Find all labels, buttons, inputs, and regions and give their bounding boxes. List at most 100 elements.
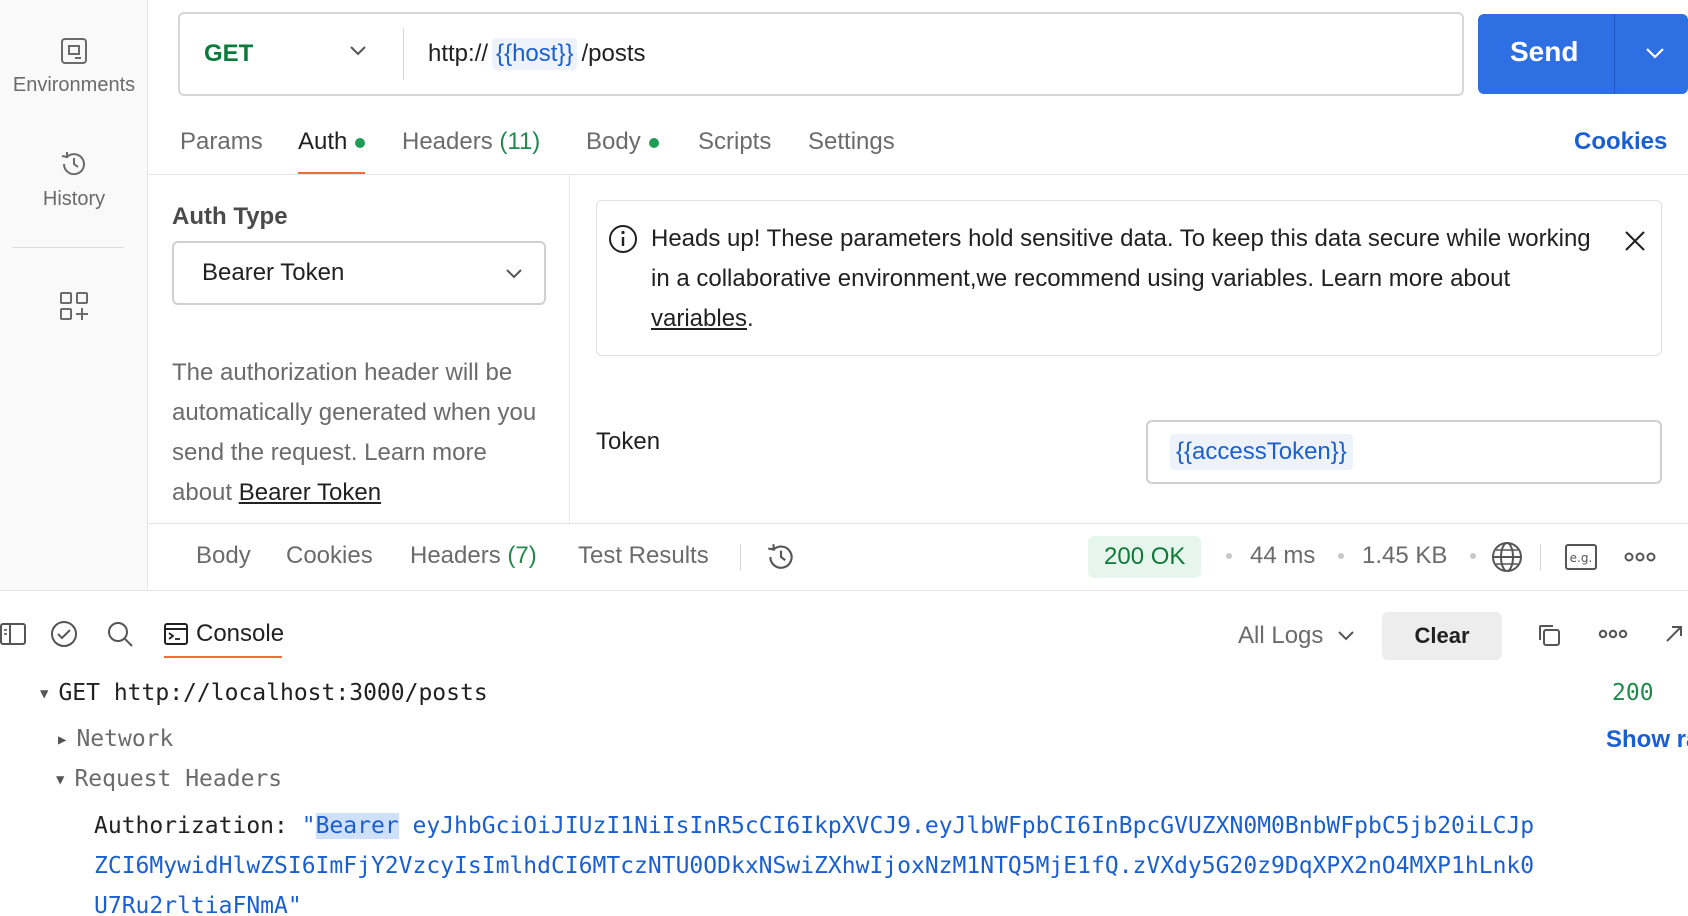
variables-link[interactable]: variables (651, 305, 747, 332)
cookies-link[interactable]: Cookies (1574, 128, 1667, 156)
globe-icon[interactable] (1490, 540, 1524, 574)
log-filter-label: All Logs (1238, 622, 1324, 649)
example-icon[interactable]: e.g. (1564, 542, 1598, 572)
active-tab-underline (164, 656, 282, 658)
tab-settings[interactable]: Settings (808, 128, 895, 156)
history-icon[interactable] (764, 540, 798, 574)
caret-down-icon: ▼ (56, 771, 65, 788)
method-label: GET (204, 40, 254, 67)
url-input[interactable]: http:// {{host}} /posts (428, 14, 646, 94)
auth-type-label: Auth Type (172, 203, 288, 230)
tab-body[interactable]: Body (586, 128, 659, 156)
url-divider (403, 28, 404, 80)
environments-icon (61, 38, 87, 64)
console-tab-label: Console (196, 620, 285, 647)
log-status-code: 200 (1612, 680, 1654, 706)
chevron-down-icon (506, 269, 522, 279)
chevron-down-icon (1338, 631, 1355, 641)
send-label: Send (1510, 36, 1579, 67)
method-select[interactable]: GET (180, 14, 404, 94)
check-circle-icon[interactable] (50, 620, 78, 648)
tab-params[interactable]: Params (180, 128, 263, 156)
bearer-token-link[interactable]: Bearer Token (239, 479, 381, 506)
log-filter-select[interactable]: All Logs (1238, 622, 1355, 650)
sidebar: Environments History (0, 0, 148, 590)
sidebar-item-add-widget[interactable] (0, 290, 148, 330)
clear-button[interactable]: Clear (1382, 612, 1502, 660)
auth-description: The authorization header will be automat… (172, 353, 552, 513)
response-tab-separator (740, 544, 741, 570)
response-tab-test-results[interactable]: Test Results (578, 542, 709, 570)
more-options-icon[interactable] (1624, 548, 1656, 566)
send-options-chevron-icon[interactable] (1644, 46, 1666, 60)
tab-headers[interactable]: Headers (11) (402, 128, 540, 156)
sidebar-item-label: History (42, 188, 106, 210)
tab-label: Headers (402, 128, 493, 155)
terminal-icon (164, 623, 188, 645)
tab-label: Body (196, 542, 251, 569)
tab-count: (11) (499, 128, 541, 155)
tab-label: Auth (298, 128, 348, 155)
url-suffix: /posts (581, 40, 646, 67)
tab-auth[interactable]: Auth (298, 128, 366, 174)
response-tab-cookies[interactable]: Cookies (286, 542, 373, 570)
console-border (0, 590, 1688, 591)
log-request-headers-section[interactable]: ▼ Request Headers (56, 766, 282, 792)
tab-scripts[interactable]: Scripts (698, 128, 771, 156)
tab-count: (7) (507, 542, 537, 569)
header-key: Authorization: (94, 813, 302, 839)
history-icon (61, 152, 85, 176)
token-line-3: U7Ru2rltiaFNmA (94, 893, 288, 916)
chevron-down-icon (350, 46, 366, 56)
authorization-header-value: Authorization: "Bearer eyJhbGciOiJIUzI1N… (94, 806, 1534, 916)
token-line-1: eyJhbGciOiJIUzI1NiIsInR5cCI6IkpXVCJ9.eyJ… (398, 813, 1535, 839)
expand-icon[interactable] (1664, 624, 1684, 644)
url-variable-chip[interactable]: {{host}} (492, 38, 578, 70)
response-tab-body[interactable]: Body (196, 542, 251, 570)
send-separator (1614, 14, 1615, 94)
caret-down-icon: ▼ (40, 685, 49, 702)
tab-indicator-dot (648, 137, 659, 148)
url-prefix: http:// (428, 40, 489, 67)
meta-separator (1470, 553, 1476, 559)
response-meta-separator (1540, 544, 1541, 570)
close-icon[interactable] (1623, 229, 1647, 253)
send-button[interactable]: Send (1478, 14, 1688, 94)
toggle-sidebar-icon[interactable] (0, 622, 26, 646)
sidebar-item-environments[interactable]: Environments (0, 36, 148, 97)
notice-text: Heads up! These parameters hold sensitiv… (651, 219, 1591, 339)
meta-separator (1226, 553, 1232, 559)
tab-console[interactable]: Console (164, 620, 284, 648)
bearer-highlight: Bearer (315, 813, 399, 839)
show-raw-link[interactable]: Show ra (1606, 726, 1688, 754)
log-network-section[interactable]: ▶ Network (58, 726, 173, 752)
sensitive-data-notice: Heads up! These parameters hold sensitiv… (596, 200, 1662, 356)
log-request-text: GET http://localhost:3000/posts (58, 680, 488, 706)
response-tab-headers[interactable]: Headers (7) (410, 542, 537, 570)
response-size: 1.45 KB (1362, 542, 1448, 569)
auth-type-panel: Auth Type Bearer Token The authorization… (148, 175, 570, 523)
sidebar-item-history[interactable]: History (0, 148, 148, 211)
sidebar-item-label: Environments (12, 74, 136, 96)
caret-right-icon: ▶ (58, 731, 67, 748)
copy-icon[interactable] (1536, 622, 1562, 648)
tab-label: Body (586, 128, 641, 155)
tab-indicator-dot (355, 137, 366, 148)
token-input[interactable]: {{accessToken}} (1146, 420, 1662, 484)
tab-label: Test Results (578, 542, 709, 569)
add-widget-icon (60, 292, 88, 320)
token-variable-chip[interactable]: {{accessToken}} (1170, 434, 1353, 470)
log-request-line[interactable]: ▼ GET http://localhost:3000/posts (40, 680, 488, 706)
tab-label: Params (180, 128, 263, 155)
url-bar: GET http:// {{host}} /posts (178, 12, 1464, 96)
svg-text:e.g.: e.g. (1570, 551, 1593, 565)
auth-type-select[interactable]: Bearer Token (172, 241, 546, 305)
notice-body: Heads up! These parameters hold sensitiv… (651, 225, 1591, 292)
more-options-icon[interactable] (1598, 626, 1628, 642)
search-icon[interactable] (106, 620, 134, 648)
info-icon (609, 225, 637, 253)
response-border (148, 523, 1688, 524)
response-time: 44 ms (1250, 542, 1316, 569)
log-request-headers-label: Request Headers (74, 766, 283, 792)
auth-type-value: Bearer Token (202, 259, 345, 286)
